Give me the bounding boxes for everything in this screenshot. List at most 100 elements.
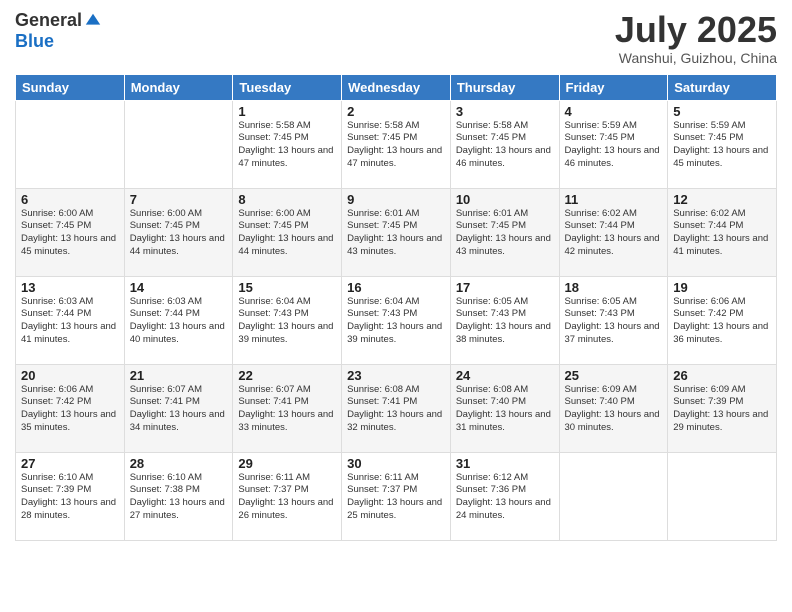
logo-general-text: General	[15, 10, 82, 31]
day-number: 14	[130, 280, 228, 295]
day-info: Sunrise: 6:03 AMSunset: 7:44 PMDaylight:…	[130, 296, 228, 347]
calendar-cell	[668, 452, 777, 540]
logo: General Blue	[15, 10, 102, 52]
day-number: 1	[238, 104, 336, 119]
calendar-cell: 12Sunrise: 6:02 AMSunset: 7:44 PMDayligh…	[668, 188, 777, 276]
calendar-cell: 5Sunrise: 5:59 AMSunset: 7:45 PMDaylight…	[668, 100, 777, 188]
weekday-header: Monday	[124, 74, 233, 100]
day-number: 17	[456, 280, 554, 295]
day-number: 10	[456, 192, 554, 207]
calendar-cell: 17Sunrise: 6:05 AMSunset: 7:43 PMDayligh…	[450, 276, 559, 364]
weekday-header: Saturday	[668, 74, 777, 100]
calendar-cell: 6Sunrise: 6:00 AMSunset: 7:45 PMDaylight…	[16, 188, 125, 276]
day-number: 20	[21, 368, 119, 383]
day-info: Sunrise: 6:02 AMSunset: 7:44 PMDaylight:…	[673, 208, 771, 259]
calendar-cell	[124, 100, 233, 188]
title-block: July 2025 Wanshui, Guizhou, China	[615, 10, 777, 66]
day-number: 13	[21, 280, 119, 295]
day-number: 25	[565, 368, 663, 383]
calendar-cell: 16Sunrise: 6:04 AMSunset: 7:43 PMDayligh…	[342, 276, 451, 364]
logo-blue-text: Blue	[15, 31, 54, 51]
day-info: Sunrise: 6:06 AMSunset: 7:42 PMDaylight:…	[21, 384, 119, 435]
day-number: 27	[21, 456, 119, 471]
day-number: 22	[238, 368, 336, 383]
calendar-cell: 9Sunrise: 6:01 AMSunset: 7:45 PMDaylight…	[342, 188, 451, 276]
day-info: Sunrise: 6:01 AMSunset: 7:45 PMDaylight:…	[347, 208, 445, 259]
calendar-cell: 31Sunrise: 6:12 AMSunset: 7:36 PMDayligh…	[450, 452, 559, 540]
calendar-cell: 25Sunrise: 6:09 AMSunset: 7:40 PMDayligh…	[559, 364, 668, 452]
day-info: Sunrise: 6:02 AMSunset: 7:44 PMDaylight:…	[565, 208, 663, 259]
day-number: 24	[456, 368, 554, 383]
day-number: 18	[565, 280, 663, 295]
calendar-cell: 4Sunrise: 5:59 AMSunset: 7:45 PMDaylight…	[559, 100, 668, 188]
calendar-cell: 11Sunrise: 6:02 AMSunset: 7:44 PMDayligh…	[559, 188, 668, 276]
day-number: 21	[130, 368, 228, 383]
day-info: Sunrise: 6:09 AMSunset: 7:40 PMDaylight:…	[565, 384, 663, 435]
weekday-header: Thursday	[450, 74, 559, 100]
day-number: 16	[347, 280, 445, 295]
day-info: Sunrise: 6:00 AMSunset: 7:45 PMDaylight:…	[21, 208, 119, 259]
calendar-cell: 3Sunrise: 5:58 AMSunset: 7:45 PMDaylight…	[450, 100, 559, 188]
day-info: Sunrise: 6:07 AMSunset: 7:41 PMDaylight:…	[130, 384, 228, 435]
calendar-cell: 26Sunrise: 6:09 AMSunset: 7:39 PMDayligh…	[668, 364, 777, 452]
day-info: Sunrise: 6:05 AMSunset: 7:43 PMDaylight:…	[456, 296, 554, 347]
calendar-cell: 27Sunrise: 6:10 AMSunset: 7:39 PMDayligh…	[16, 452, 125, 540]
weekday-header: Wednesday	[342, 74, 451, 100]
calendar-cell: 7Sunrise: 6:00 AMSunset: 7:45 PMDaylight…	[124, 188, 233, 276]
day-number: 12	[673, 192, 771, 207]
calendar-cell: 23Sunrise: 6:08 AMSunset: 7:41 PMDayligh…	[342, 364, 451, 452]
weekday-header: Tuesday	[233, 74, 342, 100]
calendar-cell: 10Sunrise: 6:01 AMSunset: 7:45 PMDayligh…	[450, 188, 559, 276]
day-info: Sunrise: 5:58 AMSunset: 7:45 PMDaylight:…	[456, 120, 554, 171]
day-number: 2	[347, 104, 445, 119]
day-info: Sunrise: 6:04 AMSunset: 7:43 PMDaylight:…	[347, 296, 445, 347]
day-number: 26	[673, 368, 771, 383]
day-number: 29	[238, 456, 336, 471]
calendar-cell: 22Sunrise: 6:07 AMSunset: 7:41 PMDayligh…	[233, 364, 342, 452]
day-info: Sunrise: 6:03 AMSunset: 7:44 PMDaylight:…	[21, 296, 119, 347]
day-info: Sunrise: 6:06 AMSunset: 7:42 PMDaylight:…	[673, 296, 771, 347]
calendar-cell: 8Sunrise: 6:00 AMSunset: 7:45 PMDaylight…	[233, 188, 342, 276]
calendar-subtitle: Wanshui, Guizhou, China	[615, 50, 777, 66]
page-header: General Blue July 2025 Wanshui, Guizhou,…	[15, 10, 777, 66]
day-number: 30	[347, 456, 445, 471]
day-number: 7	[130, 192, 228, 207]
day-info: Sunrise: 5:58 AMSunset: 7:45 PMDaylight:…	[347, 120, 445, 171]
day-info: Sunrise: 5:59 AMSunset: 7:45 PMDaylight:…	[565, 120, 663, 171]
day-number: 9	[347, 192, 445, 207]
day-info: Sunrise: 6:12 AMSunset: 7:36 PMDaylight:…	[456, 472, 554, 523]
day-number: 5	[673, 104, 771, 119]
day-number: 23	[347, 368, 445, 383]
day-info: Sunrise: 5:59 AMSunset: 7:45 PMDaylight:…	[673, 120, 771, 171]
calendar-cell: 29Sunrise: 6:11 AMSunset: 7:37 PMDayligh…	[233, 452, 342, 540]
calendar-cell: 15Sunrise: 6:04 AMSunset: 7:43 PMDayligh…	[233, 276, 342, 364]
day-number: 28	[130, 456, 228, 471]
day-info: Sunrise: 6:11 AMSunset: 7:37 PMDaylight:…	[238, 472, 336, 523]
day-number: 19	[673, 280, 771, 295]
day-info: Sunrise: 5:58 AMSunset: 7:45 PMDaylight:…	[238, 120, 336, 171]
day-info: Sunrise: 6:09 AMSunset: 7:39 PMDaylight:…	[673, 384, 771, 435]
day-info: Sunrise: 6:04 AMSunset: 7:43 PMDaylight:…	[238, 296, 336, 347]
calendar-table: SundayMondayTuesdayWednesdayThursdayFrid…	[15, 74, 777, 541]
calendar-cell: 30Sunrise: 6:11 AMSunset: 7:37 PMDayligh…	[342, 452, 451, 540]
weekday-header: Friday	[559, 74, 668, 100]
day-info: Sunrise: 6:08 AMSunset: 7:41 PMDaylight:…	[347, 384, 445, 435]
calendar-cell: 14Sunrise: 6:03 AMSunset: 7:44 PMDayligh…	[124, 276, 233, 364]
calendar-cell: 2Sunrise: 5:58 AMSunset: 7:45 PMDaylight…	[342, 100, 451, 188]
weekday-header: Sunday	[16, 74, 125, 100]
day-number: 4	[565, 104, 663, 119]
day-number: 8	[238, 192, 336, 207]
logo-icon	[84, 12, 102, 30]
day-info: Sunrise: 6:00 AMSunset: 7:45 PMDaylight:…	[130, 208, 228, 259]
day-info: Sunrise: 6:00 AMSunset: 7:45 PMDaylight:…	[238, 208, 336, 259]
calendar-cell: 20Sunrise: 6:06 AMSunset: 7:42 PMDayligh…	[16, 364, 125, 452]
day-info: Sunrise: 6:08 AMSunset: 7:40 PMDaylight:…	[456, 384, 554, 435]
day-number: 11	[565, 192, 663, 207]
day-number: 3	[456, 104, 554, 119]
day-info: Sunrise: 6:10 AMSunset: 7:38 PMDaylight:…	[130, 472, 228, 523]
day-info: Sunrise: 6:05 AMSunset: 7:43 PMDaylight:…	[565, 296, 663, 347]
calendar-cell: 24Sunrise: 6:08 AMSunset: 7:40 PMDayligh…	[450, 364, 559, 452]
calendar-cell: 1Sunrise: 5:58 AMSunset: 7:45 PMDaylight…	[233, 100, 342, 188]
calendar-cell: 18Sunrise: 6:05 AMSunset: 7:43 PMDayligh…	[559, 276, 668, 364]
calendar-cell: 19Sunrise: 6:06 AMSunset: 7:42 PMDayligh…	[668, 276, 777, 364]
